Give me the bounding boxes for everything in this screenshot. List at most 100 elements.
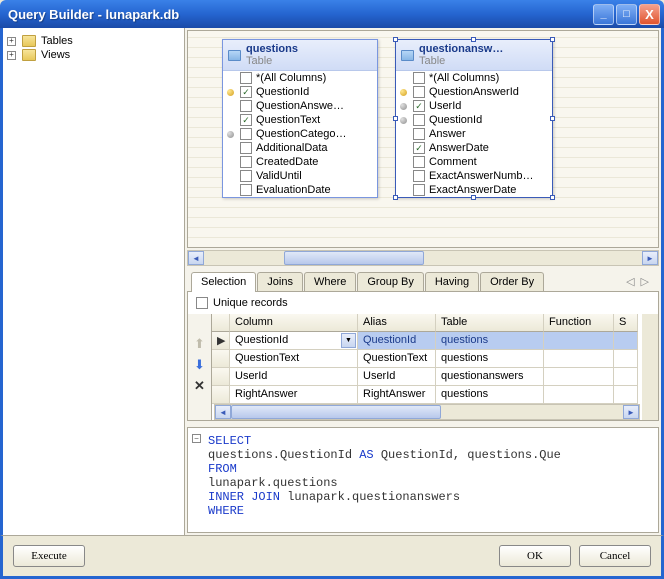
- column-row[interactable]: AdditionalData: [223, 141, 377, 155]
- object-tree[interactable]: + Tables + Views: [3, 28, 185, 535]
- fold-icon[interactable]: −: [192, 434, 201, 443]
- cell-table[interactable]: questions: [436, 332, 544, 350]
- cell-table[interactable]: questions: [436, 386, 544, 404]
- cell-s[interactable]: [614, 350, 638, 368]
- cell-alias[interactable]: QuestionText: [358, 350, 436, 368]
- dropdown-icon[interactable]: ▼: [341, 333, 356, 348]
- unique-records-checkbox[interactable]: [196, 297, 208, 309]
- cell-column[interactable]: UserId: [230, 368, 358, 386]
- column-row[interactable]: Comment: [396, 155, 552, 169]
- scroll-left-button[interactable]: ◄: [188, 251, 204, 265]
- grid-hscroll[interactable]: ◄ ►: [214, 404, 640, 420]
- column-checkbox[interactable]: [240, 156, 252, 168]
- expand-icon[interactable]: +: [7, 51, 16, 60]
- minimize-button[interactable]: _: [593, 4, 614, 25]
- column-checkbox[interactable]: [240, 128, 252, 140]
- header-alias[interactable]: Alias: [358, 314, 436, 332]
- column-checkbox[interactable]: [240, 86, 252, 98]
- table-header[interactable]: questions Table: [223, 40, 377, 71]
- cell-function[interactable]: [544, 368, 614, 386]
- column-checkbox[interactable]: [413, 114, 425, 126]
- column-row[interactable]: *(All Columns): [396, 71, 552, 85]
- column-row[interactable]: AnswerDate: [396, 141, 552, 155]
- designer-hscroll[interactable]: ◄ ►: [187, 250, 659, 266]
- cell-table[interactable]: questions: [436, 350, 544, 368]
- tab-order-by[interactable]: Order By: [480, 272, 544, 291]
- cell-column[interactable]: QuestionId▼: [230, 332, 358, 350]
- ok-button[interactable]: OK: [499, 545, 571, 567]
- tree-item-tables[interactable]: + Tables: [7, 34, 180, 48]
- cell-s[interactable]: [614, 332, 638, 350]
- cell-alias[interactable]: UserId: [358, 368, 436, 386]
- tab-prev-icon[interactable]: ◁: [626, 275, 634, 288]
- maximize-button[interactable]: □: [616, 4, 637, 25]
- scroll-right-button[interactable]: ►: [623, 405, 639, 419]
- grid-row[interactable]: UserIdUserIdquestionanswers: [212, 368, 642, 386]
- column-checkbox[interactable]: [240, 72, 252, 84]
- scroll-thumb[interactable]: [284, 251, 424, 265]
- column-checkbox[interactable]: [240, 100, 252, 112]
- column-list[interactable]: *(All Columns)QuestionAnswerIdUserIdQues…: [396, 71, 552, 197]
- grid-row[interactable]: RightAnswerRightAnswerquestions: [212, 386, 642, 404]
- column-checkbox[interactable]: [240, 114, 252, 126]
- cell-function[interactable]: [544, 386, 614, 404]
- column-row[interactable]: CreatedDate: [223, 155, 377, 169]
- tab-having[interactable]: Having: [425, 272, 479, 291]
- column-list[interactable]: *(All Columns)QuestionIdQuestionAnswe…Qu…: [223, 71, 377, 197]
- column-row[interactable]: QuestionId: [223, 85, 377, 99]
- close-button[interactable]: X: [639, 4, 660, 25]
- table-window-questionanswers[interactable]: questionansw… Table *(All Columns)Questi…: [395, 39, 553, 198]
- column-row[interactable]: ExactAnswerNumb…: [396, 169, 552, 183]
- scroll-left-button[interactable]: ◄: [215, 405, 231, 419]
- cell-alias[interactable]: RightAnswer: [358, 386, 436, 404]
- column-row[interactable]: UserId: [396, 99, 552, 113]
- grid-vscroll[interactable]: [642, 314, 658, 420]
- tab-where[interactable]: Where: [304, 272, 356, 291]
- cell-function[interactable]: [544, 332, 614, 350]
- column-checkbox[interactable]: [413, 170, 425, 182]
- cell-s[interactable]: [614, 368, 638, 386]
- tab-joins[interactable]: Joins: [257, 272, 303, 291]
- column-row[interactable]: QuestionAnswerId: [396, 85, 552, 99]
- grid-row[interactable]: ▶QuestionId▼QuestionIdquestions: [212, 332, 642, 350]
- column-row[interactable]: QuestionCatego…: [223, 127, 377, 141]
- header-column[interactable]: Column: [230, 314, 358, 332]
- column-row[interactable]: QuestionAnswe…: [223, 99, 377, 113]
- cell-column[interactable]: QuestionText: [230, 350, 358, 368]
- scroll-right-button[interactable]: ►: [642, 251, 658, 265]
- column-checkbox[interactable]: [413, 100, 425, 112]
- expand-icon[interactable]: +: [7, 37, 16, 46]
- cell-alias[interactable]: QuestionId: [358, 332, 436, 350]
- table-header[interactable]: questionansw… Table: [396, 40, 552, 71]
- delete-row-button[interactable]: ✕: [194, 378, 205, 394]
- move-down-button[interactable]: ⬇: [194, 357, 205, 373]
- header-s[interactable]: S: [614, 314, 638, 332]
- cell-function[interactable]: [544, 350, 614, 368]
- tab-selection[interactable]: Selection: [191, 272, 256, 292]
- tab-next-icon[interactable]: ▷: [641, 275, 649, 288]
- cancel-button[interactable]: Cancel: [579, 545, 651, 567]
- titlebar[interactable]: Query Builder - lunapark.db _ □ X: [0, 0, 664, 28]
- column-checkbox[interactable]: [413, 142, 425, 154]
- column-checkbox[interactable]: [413, 184, 425, 196]
- column-row[interactable]: EvaluationDate: [223, 183, 377, 197]
- column-row[interactable]: QuestionText: [223, 113, 377, 127]
- cell-column[interactable]: RightAnswer: [230, 386, 358, 404]
- column-row[interactable]: QuestionId: [396, 113, 552, 127]
- column-row[interactable]: *(All Columns): [223, 71, 377, 85]
- cell-s[interactable]: [614, 386, 638, 404]
- cell-table[interactable]: questionanswers: [436, 368, 544, 386]
- tab-group-by[interactable]: Group By: [357, 272, 423, 291]
- header-function[interactable]: Function: [544, 314, 614, 332]
- sql-preview[interactable]: − SELECT questions.QuestionId AS Questio…: [187, 427, 659, 533]
- column-checkbox[interactable]: [413, 72, 425, 84]
- column-checkbox[interactable]: [240, 142, 252, 154]
- column-checkbox[interactable]: [413, 156, 425, 168]
- column-checkbox[interactable]: [240, 184, 252, 196]
- tree-item-views[interactable]: + Views: [7, 48, 180, 62]
- designer-canvas[interactable]: questions Table *(All Columns)QuestionId…: [187, 30, 659, 248]
- table-window-questions[interactable]: questions Table *(All Columns)QuestionId…: [222, 39, 378, 198]
- column-row[interactable]: Answer: [396, 127, 552, 141]
- grid-row[interactable]: QuestionTextQuestionTextquestions: [212, 350, 642, 368]
- header-table[interactable]: Table: [436, 314, 544, 332]
